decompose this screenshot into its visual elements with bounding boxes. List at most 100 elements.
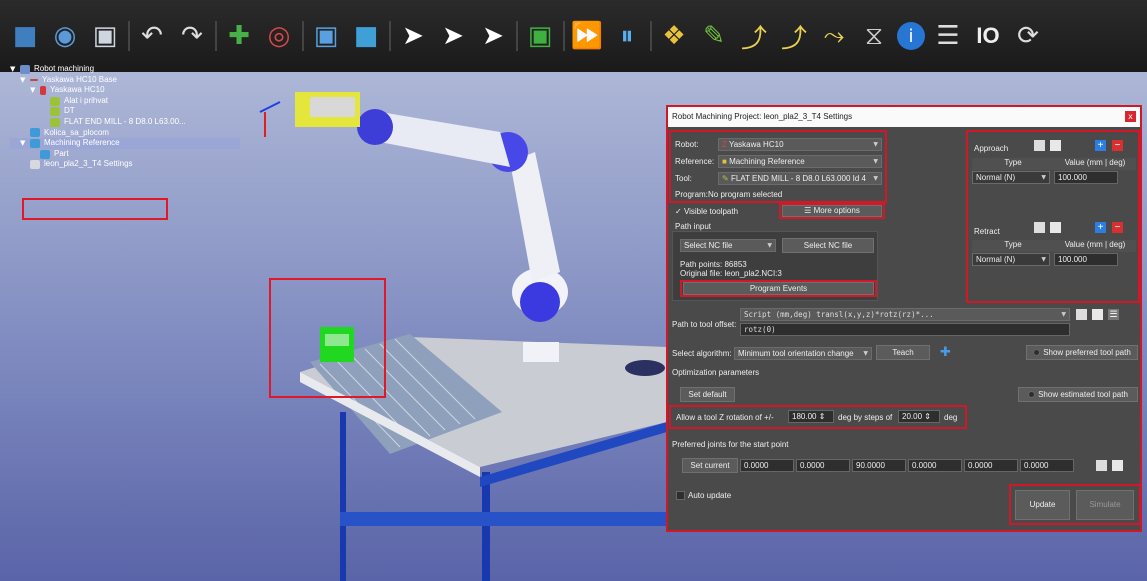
menu-icon: ☰ [804,206,814,215]
set-current-button[interactable]: Set current [682,458,738,473]
io-button[interactable]: IO [971,19,1005,53]
teach-button[interactable]: Teach [876,345,930,360]
undo-icon[interactable]: ↶ [135,19,169,53]
python-icon[interactable]: ❖ [657,19,691,53]
globe-icon[interactable]: ◉ [48,19,82,53]
algorithm-select[interactable]: Minimum tool orientation change ▼ [734,347,872,360]
approach-value-input[interactable]: 100.000 [1054,171,1118,184]
path-to-tool-input[interactable]: rotz(0) [740,323,1070,336]
rotation-value-input[interactable]: 180.00 ⇕ [788,410,834,423]
retract-remove-icon[interactable]: − [1112,222,1123,233]
fit-all-icon[interactable]: ▣ [309,19,343,53]
robot-icon [40,85,46,95]
path-to-tool-script-select[interactable]: Script (mm,deg) transl(x,y,z)*rotz(rz)*.… [740,308,1070,321]
tree-item-flat-end-mill[interactable]: FLAT END MILL - 8 D8.0 L63.00... [10,117,240,128]
retract-value-input[interactable]: 100.000 [1054,253,1118,266]
nc-file-combo[interactable]: Select NC file ▼ [680,239,776,252]
select-algorithm-label: Select algorithm: [672,349,732,358]
tree-item-kolica[interactable]: Kolica_sa_plocom [10,128,240,139]
approach-remove-icon[interactable]: − [1112,140,1123,151]
more-options-button[interactable]: ☰ More options [782,205,882,217]
retract-type-header: Type [972,240,1054,252]
save-icon[interactable]: ▣ [88,19,122,53]
retract-paste-icon[interactable] [1050,222,1061,235]
pause-instruction-icon[interactable]: ⧖ [857,19,891,53]
move-linear-icon[interactable]: ⤴ [777,19,811,54]
select-nc-file-button[interactable]: Select NC file [782,238,874,253]
tree-item-part[interactable]: Part [10,149,240,160]
add-frame-icon[interactable]: ✚ [222,19,256,53]
show-estimated-tool-path-button[interactable]: Show estimated tool path [1018,387,1138,402]
retract-copy-icon[interactable] [1034,222,1045,235]
move-circular-icon[interactable]: ⤳ [817,19,851,53]
approach-retract-box [966,130,1140,303]
step-value-input[interactable]: 20.00 ⇕ [898,410,940,423]
tree-item-machining-reference[interactable]: ▼ Machining Reference [10,138,240,149]
joint-3-input[interactable]: 90.0000 [852,459,906,472]
collapse-arrow-icon[interactable]: ▼ [10,64,20,75]
joint-5-input[interactable]: 0.0000 [964,459,1018,472]
add-icon[interactable]: ✚ [940,345,951,360]
joint-6-input[interactable]: 0.0000 [1020,459,1074,472]
refresh-icon[interactable]: ⟳ [1011,19,1045,53]
joints-copy-icon[interactable] [1096,460,1107,473]
tree-item-dt[interactable]: DT [10,106,240,117]
3d-viewport[interactable] [240,72,667,581]
move-joint-icon[interactable]: ⤴ [737,19,771,54]
visible-toolpath-checkbox[interactable]: ✓ Visible toolpath [675,207,738,216]
copy-icon[interactable] [1076,309,1087,322]
update-button[interactable]: Update [1015,490,1070,520]
open-file-icon[interactable]: ■ [8,19,42,53]
auto-update-checkbox[interactable]: Auto update [676,491,731,501]
tool-select[interactable]: ✎ FLAT END MILL - 8 D8.0 L63.000 Id 4 ▼ [718,172,882,185]
retract-type-select[interactable]: Normal (N) ▼ [972,253,1050,266]
robot-wrist-joint [357,109,393,145]
joint-2-input[interactable]: 0.0000 [796,459,850,472]
fast-forward-icon[interactable]: ⏩ [570,19,604,53]
robot-select[interactable]: Z Yaskawa HC10 ▼ [718,138,882,151]
tree-item-yaskawa-base[interactable]: ▼ Yaskawa HC10 Base [10,75,240,86]
program-list-icon[interactable]: ☰ [931,19,965,53]
view-cube-icon[interactable]: ■ [349,19,383,53]
approach-label: Approach [974,144,1009,153]
tree-item-yaskawa-robot[interactable]: ▼ Yaskawa HC10 [10,85,240,96]
info-icon[interactable]: i [897,22,925,50]
robot-joint-blue [520,282,560,322]
tree-item-leon-settings[interactable]: leon_pla2_3_T4 Settings [10,159,240,170]
target-icon[interactable]: ◎ [262,19,296,53]
joint-1-input[interactable]: 0.0000 [740,459,794,472]
program-events-button[interactable]: Program Events [683,282,874,295]
show-preferred-tool-path-button[interactable]: Show preferred tool path [1026,345,1138,360]
redo-icon[interactable]: ↷ [175,19,209,53]
check-collisions-icon[interactable]: ▣ [523,19,557,53]
retract-add-icon[interactable]: + [1095,222,1106,233]
move-reference-icon[interactable]: ➤ [436,19,470,53]
chevron-down-icon: ▼ [873,175,878,182]
chevron-down-icon: ▼ [1041,174,1046,181]
close-button[interactable]: x [1125,111,1136,122]
approach-type-header: Type [972,158,1054,170]
collapse-arrow-icon[interactable]: ▼ [30,85,40,96]
object-icon [30,128,40,138]
approach-copy-icon[interactable] [1034,140,1045,153]
list-icon[interactable]: ☰ [1108,309,1119,320]
original-file-text: Original file: leon_pla2.NCI:3 [680,269,782,278]
tree-item-robot-machining[interactable]: ▼ Robot machining [10,64,240,75]
move-tool-icon[interactable]: ➤ [476,19,510,53]
paste-icon[interactable] [1092,309,1103,322]
joint-4-input[interactable]: 0.0000 [908,459,962,472]
tree-item-alat[interactable]: Alat i prihvat [10,96,240,107]
select-pointer-icon[interactable]: ➤ [396,19,430,53]
set-default-button[interactable]: Set default [680,387,735,402]
simulate-button[interactable]: Simulate [1076,490,1134,520]
add-program-icon[interactable]: ✎ [697,19,731,53]
approach-paste-icon[interactable] [1050,140,1061,153]
frame-icon [30,78,38,81]
collapse-arrow-icon[interactable]: ▼ [20,75,30,86]
reference-select[interactable]: ■ Machining Reference ▼ [718,155,882,168]
approach-add-icon[interactable]: + [1095,140,1106,151]
joints-paste-icon[interactable] [1112,460,1123,473]
pause-icon[interactable]: ⏸ [610,19,644,53]
collapse-arrow-icon[interactable]: ▼ [20,138,30,149]
approach-type-select[interactable]: Normal (N) ▼ [972,171,1050,184]
